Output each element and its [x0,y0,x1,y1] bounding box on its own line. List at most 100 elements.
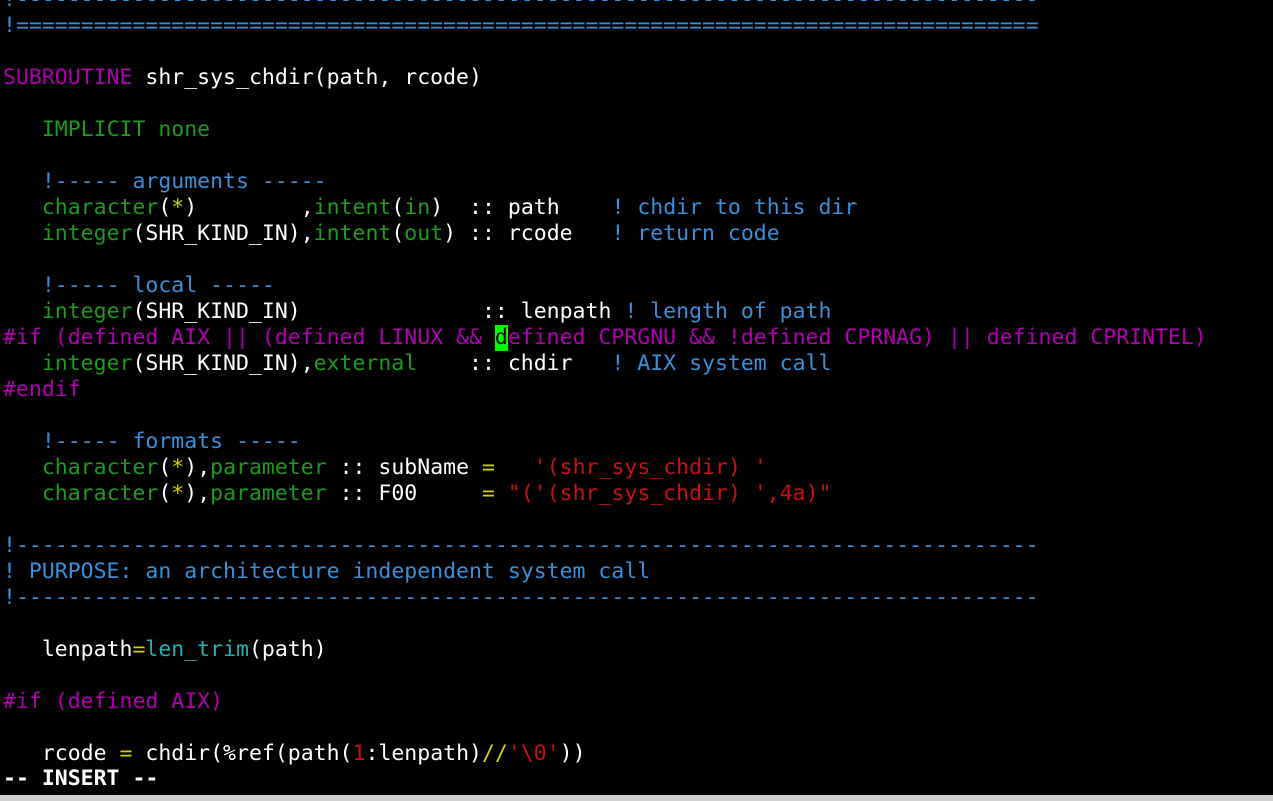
code-line[interactable]: IMPLICIT none [3,117,1273,143]
code-token-operator: * [171,195,185,220]
code-token-operator: * [171,481,185,506]
code-token-string: "('(shr_sys_chdir) ',4a)" [507,481,832,506]
code-line[interactable]: character(*),parameter :: subName = '(sh… [3,455,1273,481]
code-token-type: in [404,195,431,220]
code-token-text: (SHR_KIND_IN), [132,221,314,246]
code-token-text: )) [559,741,586,766]
code-token-text: :lenpath) [365,741,482,766]
code-token-comment: ! return code [611,221,780,246]
code-line[interactable]: #endif [3,377,1273,403]
code-token-func: len_trim [145,637,249,662]
code-line[interactable]: !---------------------------------------… [3,0,1273,13]
code-line[interactable]: !---------------------------------------… [3,585,1273,611]
code-token-keyword: SUBROUTINE [3,65,133,90]
code-token-text: :: chdir [417,351,612,376]
code-line[interactable]: character(*),parameter :: F00 = "('(shr_… [3,481,1273,507]
code-token-keyword: #if (defined AIX || (defined LINUX && [3,325,495,350]
code-token-type: parameter [210,455,327,480]
code-token-text: lenpath [3,637,133,662]
code-line[interactable] [3,663,1273,689]
code-token-keyword: efined CPRGNU && !defined CPRNAG) || def… [507,325,1207,350]
code-line[interactable]: #if (defined AIX || (defined LINUX && de… [3,325,1273,351]
code-token-operator: * [171,455,185,480]
code-token-type: integer [41,351,133,376]
code-token-type: character [41,195,159,220]
vim-editor-buffer[interactable]: !---------------------------------------… [3,0,1273,767]
code-token-type: intent [313,221,392,246]
vim-mode-indicator: -- INSERT -- [3,766,159,791]
text-cursor: d [494,325,508,351]
code-line[interactable]: integer(SHR_KIND_IN) :: lenpath ! length… [3,299,1273,325]
code-line[interactable] [3,39,1273,65]
code-token-type: intent [313,195,392,220]
code-line[interactable] [3,715,1273,741]
code-token-text: ( [158,481,172,506]
code-token-text: chdir(%ref(path( [132,741,353,766]
window-bottom-edge [0,795,1273,801]
code-token-type: character [41,455,159,480]
code-token-comment: ! length of path [624,299,832,324]
code-line[interactable]: lenpath=len_trim(path) [3,637,1273,663]
code-token-type: IMPLICIT none [41,117,211,142]
code-token-string: '(shr_sys_chdir) ' [533,455,767,480]
code-line[interactable]: !---------------------------------------… [3,533,1273,559]
code-token-text: ), [184,455,211,480]
code-token-operator: = [481,481,495,506]
code-line[interactable] [3,507,1273,533]
code-line[interactable]: !=======================================… [3,13,1273,39]
code-line[interactable]: ! PURPOSE: an architecture independent s… [3,559,1273,585]
code-token-string: '\0' [507,741,560,766]
code-line[interactable]: !----- formats ----- [3,429,1273,455]
code-token-text: rcode [3,741,120,766]
code-line[interactable] [3,403,1273,429]
code-token-text: ( [391,221,405,246]
code-token-type: out [404,221,444,246]
code-token-operator: = [132,637,146,662]
code-token-text: ) , [184,195,314,220]
code-line[interactable]: integer(SHR_KIND_IN),intent(out) :: rcod… [3,221,1273,247]
code-token-text: :: F00 [326,481,482,506]
code-token-text: ), [184,481,211,506]
code-token-comment: !---------------------------------------… [3,0,1039,12]
code-token-comment: !----- local ----- [41,273,275,298]
code-line[interactable] [3,247,1273,273]
code-line[interactable]: SUBROUTINE shr_sys_chdir(path, rcode) [3,65,1273,91]
code-token-keyword: #endif [3,377,81,402]
code-token-type: integer [41,299,133,324]
code-token-operator: = [481,455,495,480]
code-token-type: external [313,351,418,376]
code-token-text: ) :: rcode [443,221,612,246]
code-token-comment: !----- arguments ----- [41,169,327,194]
code-token-comment: !----- formats ----- [41,429,301,454]
code-line[interactable]: integer(SHR_KIND_IN),external :: chdir !… [3,351,1273,377]
code-line[interactable] [3,91,1273,117]
code-token-comment: ! chdir to this dir [611,195,858,220]
code-token-text: :: subName [326,455,482,480]
code-token-text: (path) [248,637,327,662]
code-token-comment: ! PURPOSE: an architecture independent s… [3,559,651,584]
code-line[interactable]: !----- arguments ----- [3,169,1273,195]
code-line[interactable]: #if (defined AIX) [3,689,1273,715]
code-line[interactable]: character(*) ,intent(in) :: path ! chdir… [3,195,1273,221]
code-token-operator: // [481,741,508,766]
code-line[interactable] [3,611,1273,637]
code-token-text: (SHR_KIND_IN), [132,351,314,376]
code-line[interactable]: rcode = chdir(%ref(path(1:lenpath)//'\0'… [3,741,1273,767]
code-token-text: (SHR_KIND_IN) :: lenpath [132,299,625,324]
code-line[interactable] [3,143,1273,169]
code-line[interactable]: !----- local ----- [3,273,1273,299]
code-token-operator: = [119,741,133,766]
code-token-comment: ! AIX system call [611,351,832,376]
code-token-type: integer [41,221,133,246]
